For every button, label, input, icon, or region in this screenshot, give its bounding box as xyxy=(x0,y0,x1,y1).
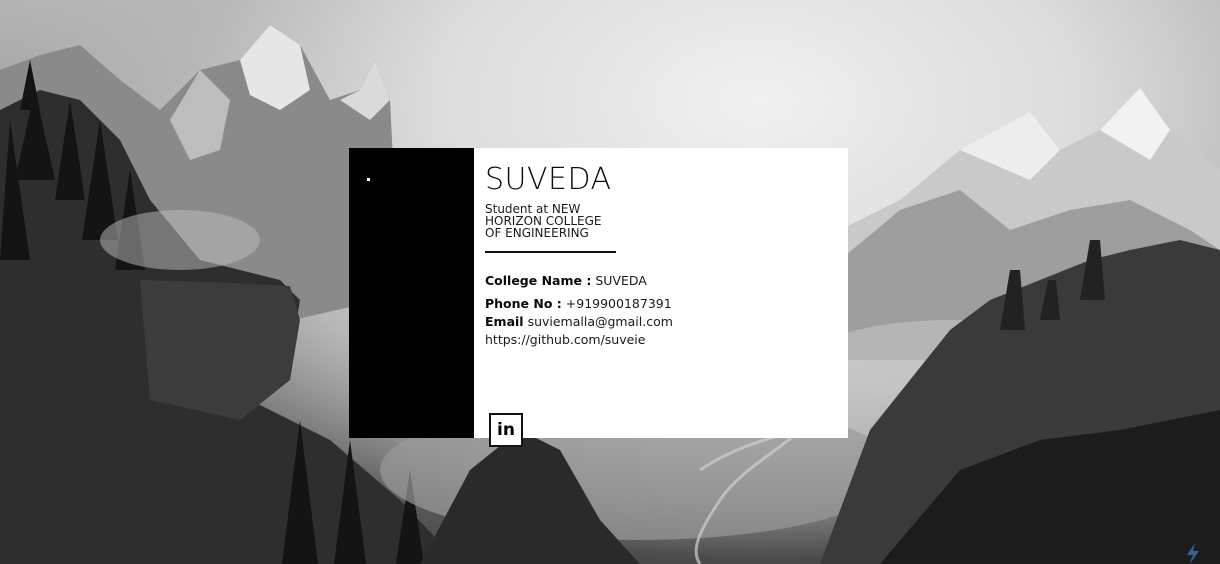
college-label: College Name : xyxy=(485,273,592,288)
photo-placeholder-dot xyxy=(367,178,370,181)
profile-photo xyxy=(349,148,474,438)
phone-label: Phone No : xyxy=(485,296,562,311)
mountain-background: SUVEDA Student at NEW HORIZON COLLEGE OF… xyxy=(0,0,1220,564)
profile-info: SUVEDA Student at NEW HORIZON COLLEGE OF… xyxy=(485,162,825,347)
divider xyxy=(485,251,616,253)
profile-tagline: Student at NEW HORIZON COLLEGE OF ENGINE… xyxy=(485,202,602,240)
college-row: College Name : SUVEDA xyxy=(485,273,825,288)
email-label: Email xyxy=(485,314,524,329)
profile-card: SUVEDA Student at NEW HORIZON COLLEGE OF… xyxy=(349,148,848,438)
corner-logo-icon[interactable] xyxy=(1181,541,1207,564)
phone-value: +919900187391 xyxy=(565,296,672,311)
email-row: Email suviemalla@gmail.com xyxy=(485,314,825,329)
phone-row: Phone No : +919900187391 xyxy=(485,296,825,311)
profile-name: SUVEDA xyxy=(485,162,612,197)
github-link[interactable]: https://github.com/suveie xyxy=(485,332,825,347)
college-value: SUVEDA xyxy=(595,273,647,288)
email-value: suviemalla@gmail.com xyxy=(527,314,673,329)
linkedin-icon[interactable]: in xyxy=(489,413,523,447)
